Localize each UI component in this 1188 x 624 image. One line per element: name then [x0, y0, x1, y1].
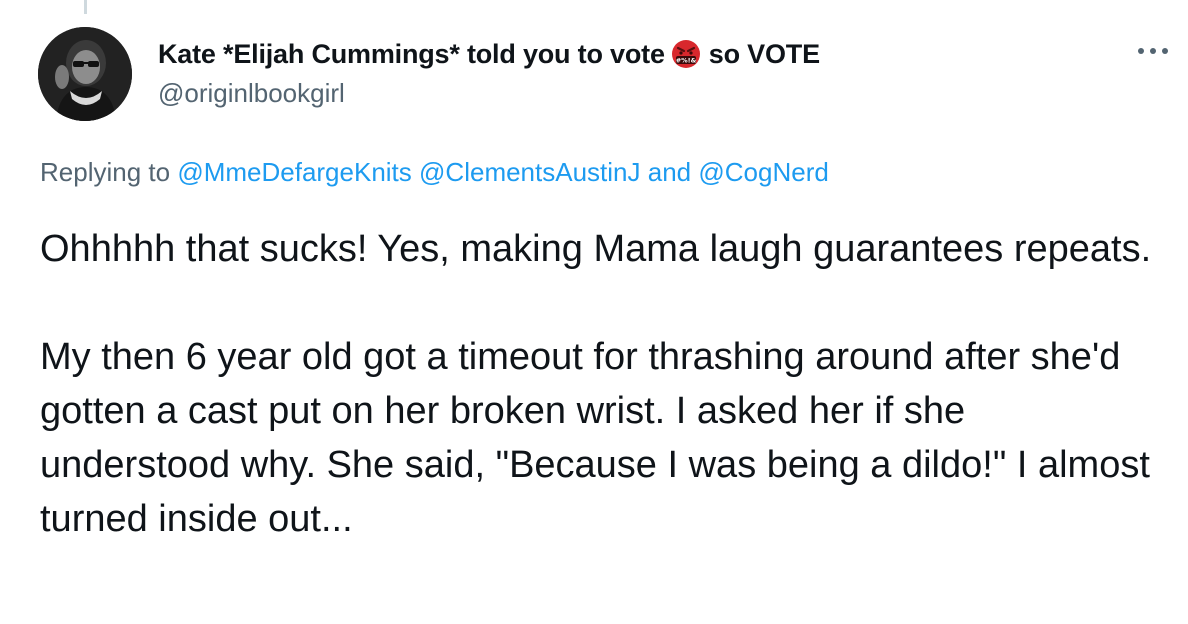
more-dot — [1138, 48, 1144, 54]
thread-connector-line — [84, 0, 87, 14]
angry-symbols-face-icon: #%!& — [671, 39, 701, 69]
tweet-paragraph: My then 6 year old got a timeout for thr… — [40, 336, 1150, 540]
mention-mmedefargeknits[interactable]: @MmeDefargeKnits — [177, 157, 411, 187]
replying-to-connector: and — [647, 157, 692, 187]
tweet-text: Ohhhhh that sucks! Yes, making Mama laug… — [40, 222, 1160, 546]
avatar-photo — [38, 27, 132, 121]
mention-cognerd[interactable]: @CogNerd — [698, 157, 828, 187]
author-handle[interactable]: @originlbookgirl — [158, 78, 1148, 109]
tweet-paragraph: Ohhhhh that sucks! Yes, making Mama laug… — [40, 228, 1152, 270]
more-dot — [1150, 48, 1156, 54]
replying-to-line: Replying to @MmeDefargeKnits @ClementsAu… — [40, 157, 829, 188]
mention-clementsaustinj[interactable]: @ClementsAustinJ — [419, 157, 640, 187]
avatar[interactable] — [38, 27, 132, 121]
author-display-name[interactable]: Kate *Elijah Cummings* told you to vote — [158, 39, 665, 70]
author-display-name-suffix[interactable]: so VOTE — [709, 39, 820, 70]
more-dot — [1162, 48, 1168, 54]
more-options-icon[interactable] — [1138, 46, 1168, 56]
svg-text:#%!&: #%!& — [675, 57, 696, 65]
author-name-row[interactable]: Kate *Elijah Cummings* told you to vote … — [158, 36, 1148, 72]
tweet-header: Kate *Elijah Cummings* told you to vote … — [158, 36, 1148, 109]
replying-to-label: Replying to — [40, 157, 171, 187]
